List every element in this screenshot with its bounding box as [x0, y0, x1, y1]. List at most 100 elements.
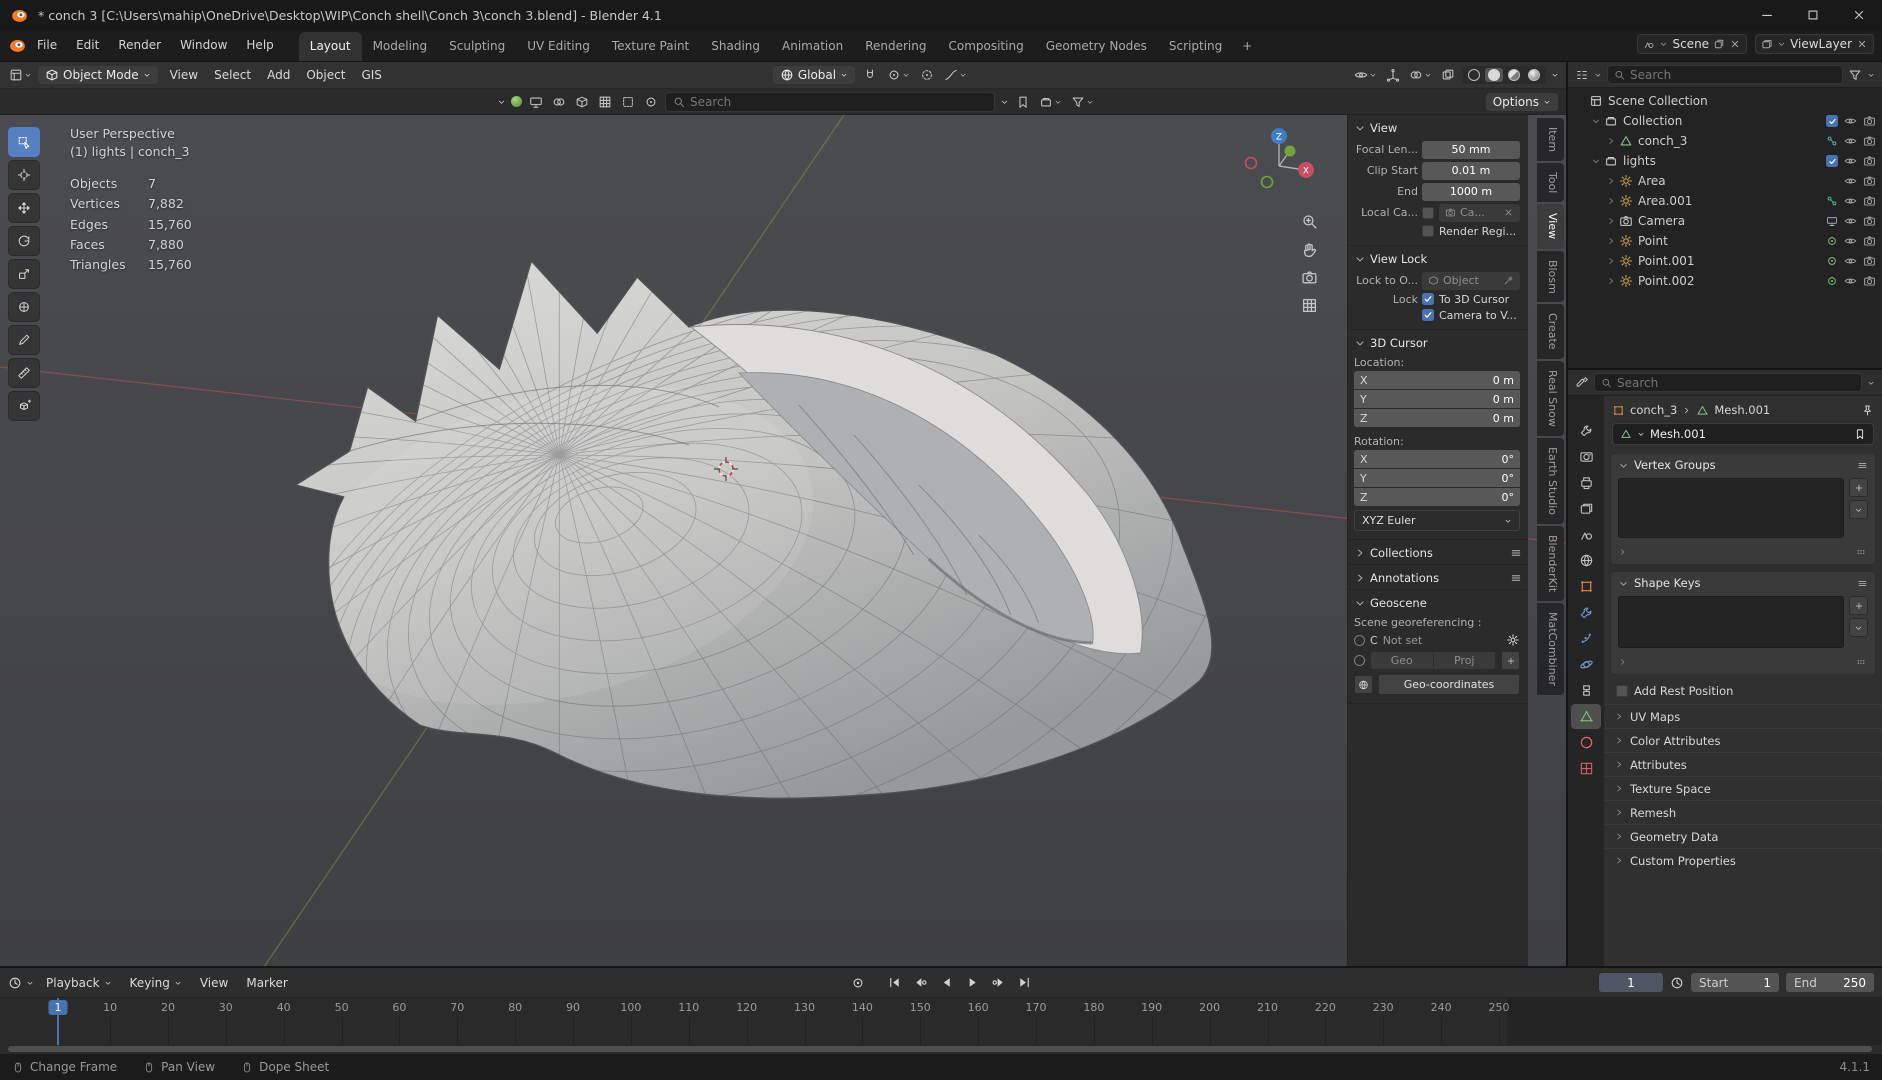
cursor-rotation-z[interactable]: Z 0° — [1354, 488, 1520, 506]
chevron-down-icon[interactable] — [26, 976, 34, 990]
section-uv-maps[interactable]: UV Maps — [1604, 704, 1882, 728]
workspace-tab-shading[interactable]: Shading — [700, 32, 771, 61]
n-panel-tab-create[interactable]: Create — [1537, 304, 1564, 359]
blender-menu-icon[interactable] — [8, 36, 27, 55]
minimize-button[interactable] — [1744, 0, 1790, 30]
hide-toggle[interactable] — [1844, 194, 1857, 208]
resize-grip-icon[interactable] — [1854, 545, 1868, 559]
pan-hand-icon[interactable] — [1301, 241, 1318, 258]
unlink-scene-icon[interactable] — [1729, 38, 1741, 50]
viewport-menu-add[interactable]: Add — [259, 65, 298, 85]
gizmos-toggle[interactable] — [1384, 66, 1402, 84]
chevron-down-icon[interactable] — [1551, 68, 1559, 82]
properties-search-input[interactable] — [1617, 375, 1855, 390]
tool-rotate[interactable] — [8, 226, 40, 256]
add-rest-position-checkbox[interactable] — [1616, 685, 1628, 697]
filter-dropdown[interactable] — [1069, 93, 1096, 111]
fake-user-icon[interactable] — [1854, 428, 1866, 440]
vertex-groups-list[interactable] — [1618, 478, 1844, 538]
lock-object-field[interactable]: Object — [1422, 271, 1520, 290]
tool-add-cube[interactable] — [8, 391, 40, 421]
proportional-edit-toggle[interactable] — [918, 66, 936, 84]
render-toggle[interactable] — [1863, 194, 1876, 208]
xray-toggle[interactable] — [1439, 66, 1457, 84]
clear-icon[interactable] — [1503, 207, 1514, 218]
menu-help[interactable]: Help — [237, 34, 282, 56]
tool-tweak-select[interactable] — [8, 127, 40, 157]
overlays-dropdown[interactable] — [1407, 66, 1434, 84]
toggle-grid[interactable] — [596, 93, 614, 111]
outliner-row-point[interactable]: Point — [1568, 231, 1882, 251]
local-camera-checkbox[interactable] — [1422, 206, 1434, 219]
toggle-display[interactable] — [527, 93, 545, 111]
outliner-row-area-001[interactable]: Area.001 — [1568, 191, 1882, 211]
proportional-falloff-dropdown[interactable] — [942, 66, 969, 84]
clock-icon[interactable] — [1670, 976, 1684, 990]
panel-menu-icon[interactable] — [1510, 547, 1522, 559]
timeline-scrollbar[interactable] — [8, 1046, 1872, 1052]
cursor-rotation-y[interactable]: Y 0° — [1354, 469, 1520, 487]
hide-toggle[interactable] — [1844, 154, 1857, 168]
clip-start-field[interactable]: 0.01 m — [1422, 161, 1520, 180]
n-panel-tab-matcombiner[interactable]: MatCombiner — [1537, 603, 1564, 695]
shading-rendered-button[interactable] — [1525, 68, 1543, 82]
tool-scale[interactable] — [8, 259, 40, 289]
hide-toggle[interactable] — [1844, 274, 1857, 288]
snap-toggle[interactable] — [861, 66, 879, 84]
workspace-tab-modeling[interactable]: Modeling — [362, 32, 439, 61]
new-scene-icon[interactable] — [1713, 38, 1725, 50]
crs-radio[interactable] — [1354, 634, 1365, 646]
toggle-cube[interactable] — [573, 93, 591, 111]
chevron-down-icon[interactable] — [1867, 376, 1875, 390]
tool-cursor[interactable] — [8, 160, 40, 190]
snap-settings-dropdown[interactable] — [885, 66, 912, 84]
viewport-menu-view[interactable]: View — [162, 65, 206, 85]
properties-tab-physics[interactable] — [1571, 652, 1601, 677]
collection-filter-dropdown[interactable] — [1037, 93, 1064, 111]
n-panel-tab-blenderkit[interactable]: BlenderKit — [1537, 525, 1564, 601]
workspace-tab-layout[interactable]: Layout — [298, 32, 362, 61]
mode-dropdown[interactable]: Object Mode — [38, 66, 158, 84]
datablock-name-field[interactable]: Mesh.001 — [1612, 423, 1874, 445]
timeline-menu-playback[interactable]: Playback — [38, 973, 120, 993]
chevron-down-icon[interactable] — [1000, 95, 1009, 109]
outliner-row-scene collection[interactable]: Scene Collection — [1568, 91, 1882, 111]
properties-tab-scene[interactable] — [1571, 522, 1601, 547]
focal-length-field[interactable]: 50 mm — [1422, 140, 1520, 159]
outliner-row-point-001[interactable]: Point.001 — [1568, 251, 1882, 271]
properties-tab-object[interactable] — [1571, 574, 1601, 599]
visibility-dropdown[interactable] — [1352, 66, 1379, 84]
view-lock-header[interactable]: View Lock — [1348, 246, 1528, 270]
timeline-menu-marker[interactable]: Marker — [238, 973, 295, 993]
viewport-search[interactable] — [665, 91, 995, 112]
add-vertex-group-button[interactable] — [1849, 478, 1868, 497]
tool-annotate[interactable] — [8, 325, 40, 355]
close-button[interactable] — [1836, 0, 1882, 30]
render-toggle[interactable] — [1863, 234, 1876, 248]
chevron-down-icon[interactable] — [1867, 68, 1875, 82]
properties-tab-render[interactable] — [1571, 444, 1601, 469]
annotations-header[interactable]: Annotations — [1348, 565, 1528, 589]
section-remesh[interactable]: Remesh — [1604, 800, 1882, 824]
properties-tab-texture[interactable] — [1571, 756, 1601, 781]
basemap-sphere-icon[interactable] — [511, 96, 522, 107]
breadcrumb-data[interactable]: Mesh.001 — [1714, 403, 1770, 417]
outliner-row-lights[interactable]: lights — [1568, 151, 1882, 171]
outliner-row-camera[interactable]: Camera — [1568, 211, 1882, 231]
workspace-tab-sculpting[interactable]: Sculpting — [438, 32, 516, 61]
viewport-menu-object[interactable]: Object — [298, 65, 353, 85]
workspace-tab-geometry-nodes[interactable]: Geometry Nodes — [1035, 32, 1158, 61]
current-frame-field[interactable]: 1 — [1599, 973, 1663, 992]
render-toggle[interactable] — [1863, 274, 1876, 288]
menu-render[interactable]: Render — [109, 34, 170, 56]
section-geometry-data[interactable]: Geometry Data — [1604, 824, 1882, 848]
editor-type-button[interactable] — [7, 66, 34, 84]
scene-selector[interactable]: Scene — [1637, 33, 1748, 54]
menu-window[interactable]: Window — [171, 34, 236, 56]
properties-tab-viewlayer[interactable] — [1571, 496, 1601, 521]
n-panel-tab-blosm[interactable]: Blosm — [1537, 250, 1564, 303]
render-toggle[interactable] — [1863, 174, 1876, 188]
n-panel-tab-tool[interactable]: Tool — [1537, 163, 1564, 203]
render-toggle[interactable] — [1863, 154, 1876, 168]
workspace-tab-uv-editing[interactable]: UV Editing — [516, 32, 601, 61]
